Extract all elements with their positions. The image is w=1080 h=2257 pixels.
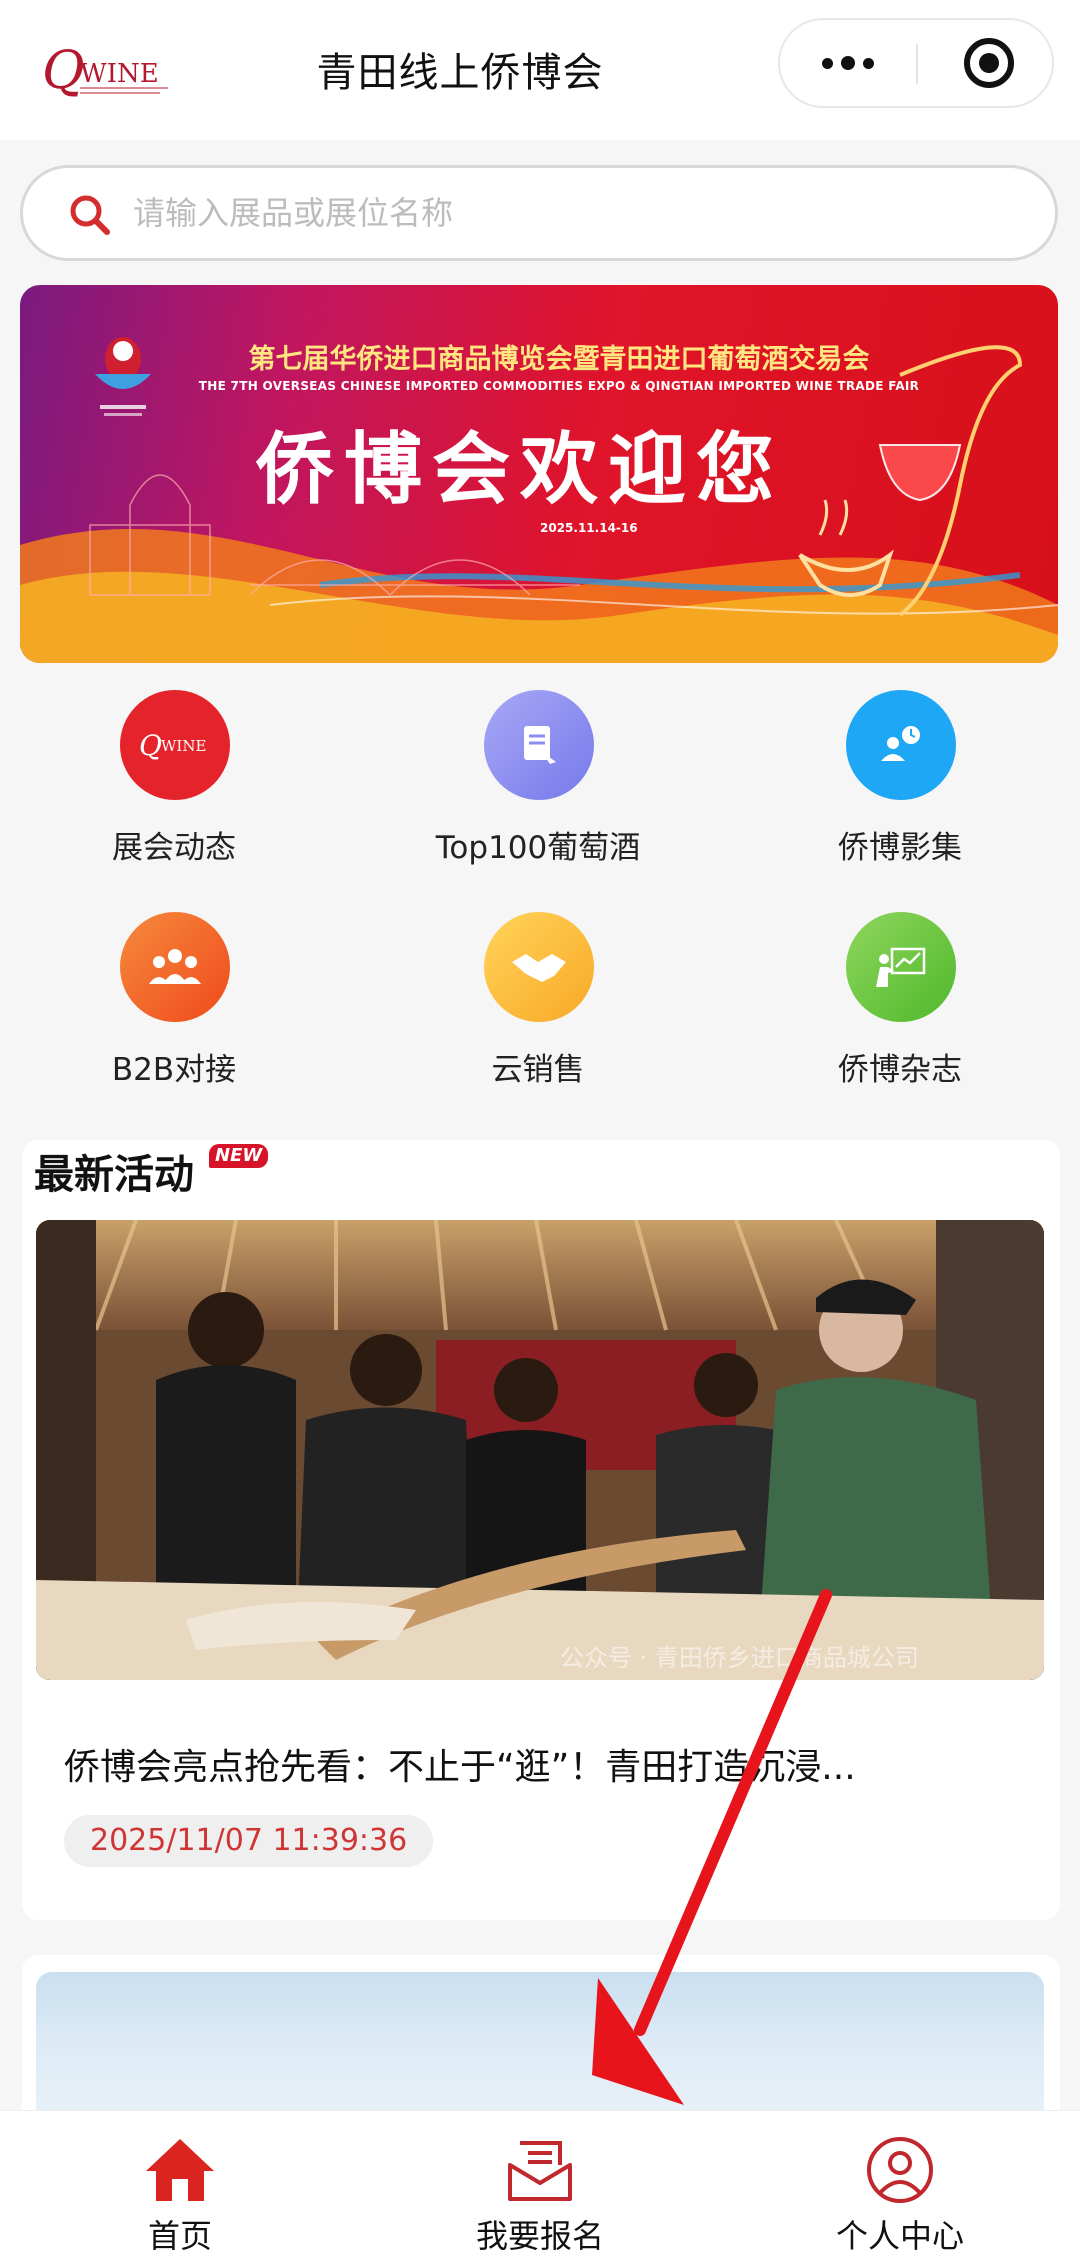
grid-label: B2B对接 [111,1052,237,1088]
search-icon [70,195,110,235]
banner-headline: 侨博会欢迎您 [255,424,784,515]
activity-date: 2025/11/07 11:39:36 [64,1815,434,1867]
new-badge: NEW [209,1144,269,1168]
banner-date: 2025.11.14-16 [540,521,638,535]
grid-item-expo-news[interactable]: Q WINE 展会动态 [24,690,324,890]
presentation-icon [846,912,956,1022]
tab-label: 我要报名 [475,2217,604,2255]
banner-subtitle: THE 7TH OVERSEAS CHINESE IMPORTED COMMOD… [198,379,920,393]
activity-photo[interactable] [36,1220,1044,1680]
close-target-icon[interactable] [964,38,1014,88]
svg-text:Q: Q [139,729,162,762]
document-icon [484,690,594,800]
grid-item-magazine[interactable]: 侨博杂志 [750,912,1050,1112]
grid-item-cloud-sales[interactable]: 云销售 [388,912,688,1112]
more-menu-icon[interactable] [780,20,916,106]
section-title: 最新活动 [34,1152,194,1198]
activity-title[interactable]: 侨博会亮点抢先看：不止于“逛”！青田打造沉浸... [64,1738,1004,1790]
capsule-divider [916,44,918,84]
tab-bar: 首页 我要报名 个人中心 [0,2110,1080,2257]
grid-label: 侨博影集 [838,830,962,866]
tab-label: 个人中心 [835,2217,964,2255]
grid-item-photo-album[interactable]: 侨博影集 [750,690,1050,890]
grid-item-b2b[interactable]: B2B对接 [24,912,324,1112]
svg-text:WINE: WINE [161,737,206,755]
qwine-logo-icon: Q WINE [120,690,230,800]
tab-profile[interactable]: 个人中心 [750,2111,1050,2257]
tab-label: 首页 [147,2217,212,2255]
tab-register[interactable]: 我要报名 [390,2111,690,2257]
nav-header: Q WINE 青田线上侨博会 [0,0,1080,140]
group-icon [120,912,230,1022]
banner-title: 第七届华侨进口商品博览会暨青田进口葡萄酒交易会 [248,344,870,375]
handshake-icon [484,912,594,1022]
search-input[interactable] [133,188,1013,238]
grid-label: Top100葡萄酒 [435,830,641,866]
user-icon [867,2137,933,2203]
grid-label: 展会动态 [112,830,236,866]
grid-label: 云销售 [491,1052,585,1088]
grid-item-top100-wine[interactable]: Top100葡萄酒 [388,690,688,890]
register-mail-icon [508,2141,572,2201]
photo-watermark: 公众号 · 青田侨乡进口商品城公司 [560,1644,919,1672]
grid-label: 侨博杂志 [838,1052,962,1088]
tab-home[interactable]: 首页 [30,2111,330,2257]
home-icon [146,2139,214,2201]
mini-program-capsule [778,18,1054,108]
search-bar[interactable] [20,165,1058,261]
people-clock-icon [846,690,956,800]
expo-banner[interactable]: 第七届华侨进口商品博览会暨青田进口葡萄酒交易会 THE 7TH OVERSEAS… [20,285,1058,663]
